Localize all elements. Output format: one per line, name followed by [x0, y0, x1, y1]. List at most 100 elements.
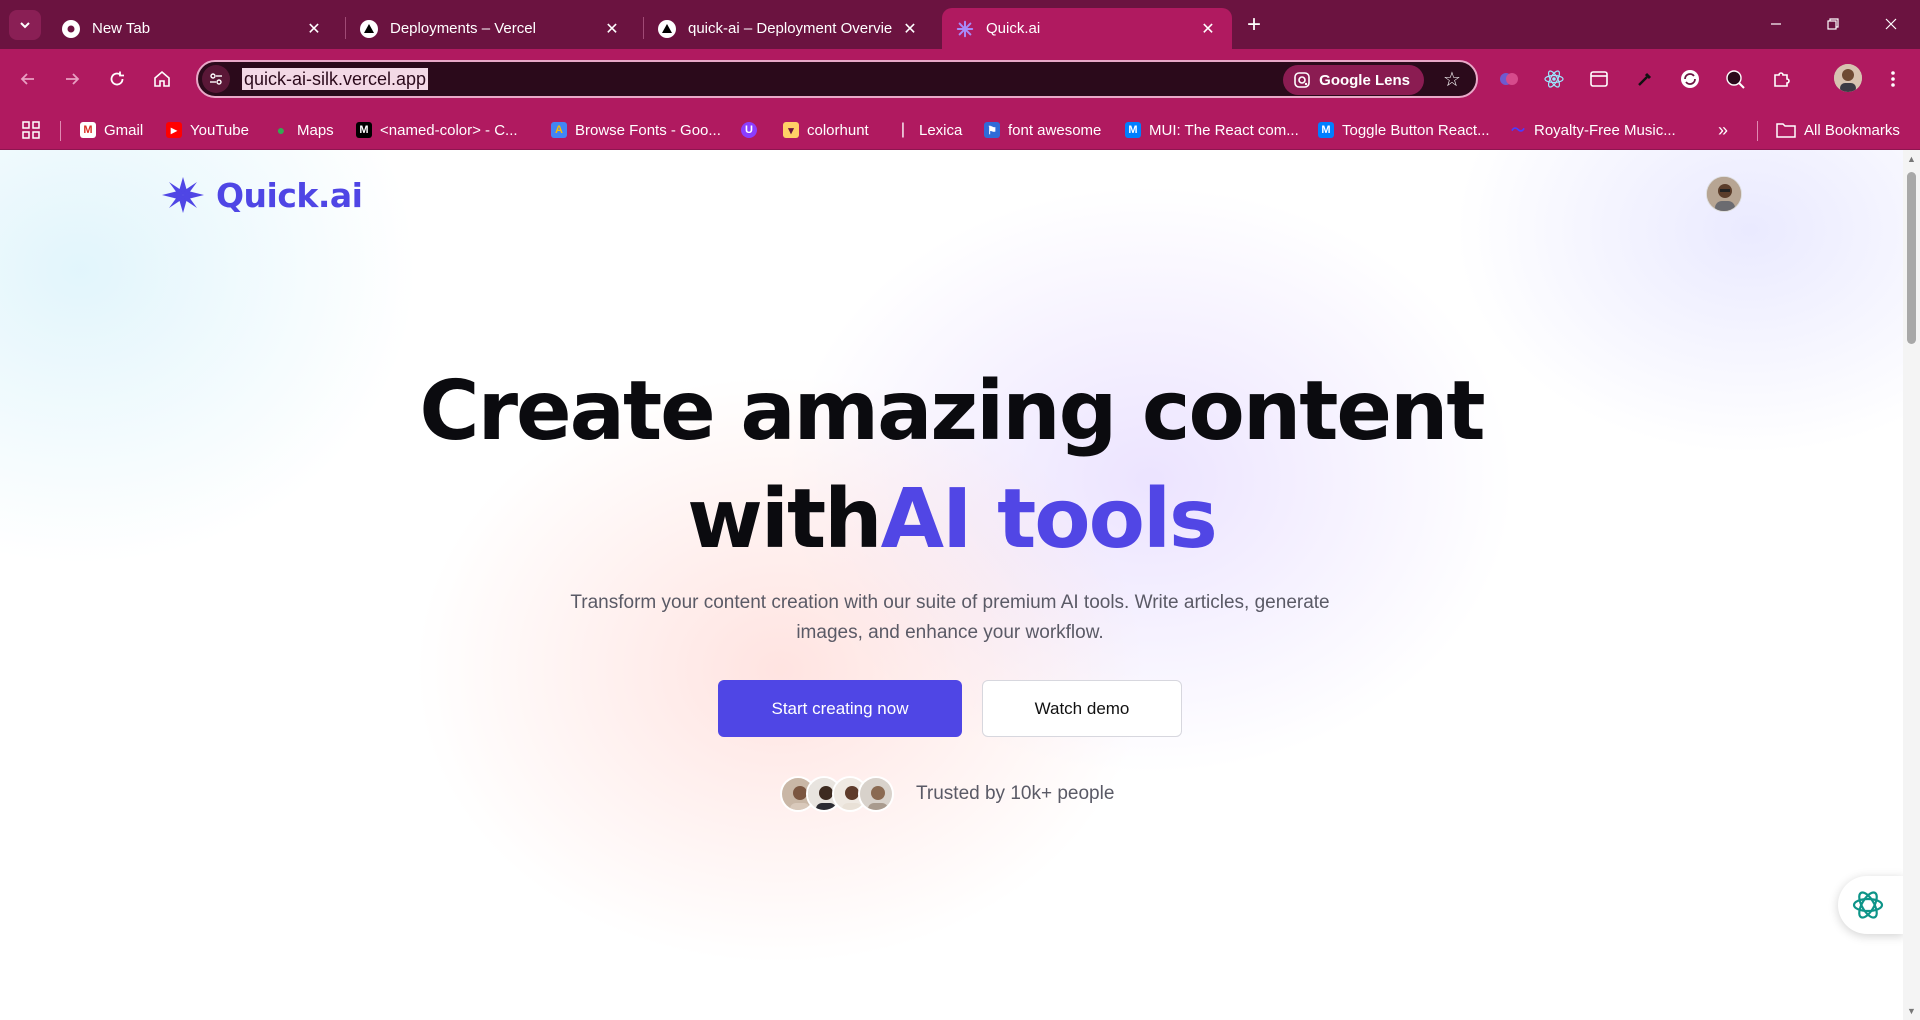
minimize-button[interactable]	[1753, 8, 1799, 40]
site-info-button[interactable]	[202, 65, 230, 93]
all-bookmarks-label: All Bookmarks	[1804, 121, 1900, 139]
close-window-button[interactable]	[1868, 8, 1914, 40]
chat-assistant-button[interactable]	[1838, 876, 1903, 934]
magnifier-icon	[1726, 70, 1745, 89]
apps-grid-icon	[22, 121, 40, 139]
extension-sync-button[interactable]	[1676, 65, 1704, 93]
folder-icon	[1776, 123, 1796, 138]
back-button[interactable]	[12, 63, 44, 95]
user-avatar[interactable]	[1706, 176, 1742, 212]
restore-button[interactable]	[1810, 8, 1856, 40]
lexica-icon: |	[900, 121, 906, 138]
tab-search-button[interactable]	[9, 10, 41, 40]
double-chevron-right-icon: »	[1718, 119, 1729, 140]
all-bookmarks-button[interactable]: All Bookmarks	[1776, 119, 1900, 141]
close-icon[interactable]: ✕	[304, 19, 324, 39]
minimize-icon	[1771, 23, 1781, 25]
bookmark-label: font awesome	[1008, 121, 1102, 139]
tune-icon	[210, 73, 222, 85]
colorhunt-icon: ▾	[783, 122, 799, 138]
watch-demo-button[interactable]: Watch demo	[982, 680, 1182, 737]
bookmark-maps[interactable]: ● Maps	[273, 119, 334, 141]
home-icon	[154, 70, 170, 87]
forward-button[interactable]	[56, 63, 88, 95]
chevron-down-icon	[20, 22, 30, 29]
extension-brain-button[interactable]	[1495, 65, 1523, 93]
react-icon	[1544, 70, 1564, 88]
bookmark-purple-circle[interactable]: U	[741, 119, 765, 141]
logo-text: Quick.ai	[216, 175, 363, 215]
tab-quick-ai-deployment[interactable]: quick-ai – Deployment Overview ✕	[644, 8, 934, 49]
tab-quick-ai[interactable]: Quick.ai ✕	[942, 8, 1232, 49]
bookmark-label: Browse Fonts - Goo...	[575, 121, 721, 139]
trusted-text: Trusted by 10k+ people	[916, 783, 1115, 804]
tab-strip: New Tab ✕ Deployments – Vercel ✕ quick-a…	[0, 0, 1920, 49]
bookmark-youtube[interactable]: ▶ YouTube	[166, 119, 249, 141]
youtube-icon: ▶	[166, 122, 182, 138]
purple-circle-icon: U	[741, 122, 757, 138]
bookmark-royalty-free-music[interactable]: 〜 Royalty-Free Music...	[1510, 119, 1676, 141]
profile-photo-icon	[1834, 64, 1862, 92]
bookmark-label: colorhunt	[807, 121, 869, 139]
vercel-icon	[360, 19, 378, 38]
chrome-icon	[62, 19, 80, 38]
apps-button[interactable]	[22, 119, 40, 141]
sparkle-logo-icon	[162, 177, 204, 213]
tab-deployments-vercel[interactable]: Deployments – Vercel ✕	[346, 8, 636, 49]
home-button[interactable]	[146, 63, 178, 95]
google-lens-label: Google Lens	[1319, 71, 1410, 89]
bookmark-font-awesome[interactable]: ⚑ font awesome	[984, 119, 1101, 141]
user-face-avatar	[858, 776, 894, 812]
extension-window-button[interactable]	[1585, 65, 1613, 93]
start-creating-button[interactable]: Start creating now	[718, 680, 962, 737]
address-bar[interactable]: quick-ai-silk.vercel.app Google Lens ☆	[196, 60, 1478, 98]
pixabay-icon: 〜	[1511, 122, 1525, 138]
logo[interactable]: Quick.ai	[160, 175, 363, 215]
url-text[interactable]: quick-ai-silk.vercel.app	[242, 68, 429, 90]
page-scrollbar[interactable]: ▲ ▼	[1903, 150, 1920, 1020]
browser-menu-button[interactable]	[1877, 63, 1909, 95]
sync-icon	[1681, 70, 1699, 88]
hero-title-line2: withAI tools	[0, 466, 1903, 574]
google-lens-button[interactable]: Google Lens	[1283, 65, 1424, 95]
close-icon[interactable]: ✕	[602, 19, 622, 39]
tab-new-tab[interactable]: New Tab ✕	[48, 8, 338, 49]
scroll-up-arrow-icon[interactable]: ▲	[1907, 154, 1916, 164]
mui-icon: M	[1125, 122, 1141, 138]
arrow-left-icon	[20, 73, 34, 85]
new-tab-button[interactable]: +	[1240, 12, 1268, 40]
bookmark-colorhunt[interactable]: ▾ colorhunt	[783, 119, 869, 141]
bookmark-mui[interactable]: M MUI: The React com...	[1125, 119, 1299, 141]
close-icon[interactable]: ✕	[900, 19, 920, 39]
bookmark-label: Royalty-Free Music...	[1534, 121, 1676, 139]
bookmark-gmail[interactable]: M Gmail	[80, 119, 143, 141]
openai-knot-icon	[1852, 891, 1884, 919]
bookmarks-bar: M Gmail ▶ YouTube ● Maps M <named-color>…	[0, 109, 1920, 150]
reload-button[interactable]	[101, 63, 133, 95]
browser-toolbar: quick-ai-silk.vercel.app Google Lens ☆	[0, 49, 1920, 109]
bookmark-toggle-button[interactable]: M Toggle Button React...	[1318, 119, 1490, 141]
tab-title: New Tab	[92, 20, 151, 37]
extension-search-button[interactable]	[1721, 65, 1749, 93]
bookmark-star-button[interactable]: ☆	[1440, 68, 1464, 92]
window-icon	[1590, 71, 1608, 87]
profile-avatar[interactable]	[1834, 64, 1862, 92]
more-bookmarks-button[interactable]: »	[1718, 119, 1728, 141]
bookmark-google-fonts[interactable]: A Browse Fonts - Goo...	[551, 119, 721, 141]
user-avatar-group	[780, 776, 894, 812]
trusted-by: Trusted by 10k+ people	[780, 776, 1114, 812]
bookmark-label: Lexica	[919, 121, 963, 139]
arrow-right-icon	[66, 73, 80, 85]
eyedropper-icon	[1638, 72, 1652, 86]
scroll-thumb[interactable]	[1907, 172, 1916, 344]
scroll-down-arrow-icon[interactable]: ▼	[1907, 1006, 1916, 1016]
extension-react-devtools-button[interactable]	[1540, 65, 1568, 93]
extension-eyedropper-button[interactable]	[1631, 65, 1659, 93]
bookmark-label: Maps	[297, 121, 334, 139]
mdn-icon: M	[356, 122, 372, 138]
hero-title-accent: AI tools	[880, 472, 1218, 567]
bookmark-lexica[interactable]: | Lexica	[895, 119, 962, 141]
close-icon[interactable]: ✕	[1198, 19, 1218, 39]
extensions-menu-button[interactable]	[1767, 65, 1795, 93]
bookmark-named-color[interactable]: M <named-color> - C...	[356, 119, 518, 141]
